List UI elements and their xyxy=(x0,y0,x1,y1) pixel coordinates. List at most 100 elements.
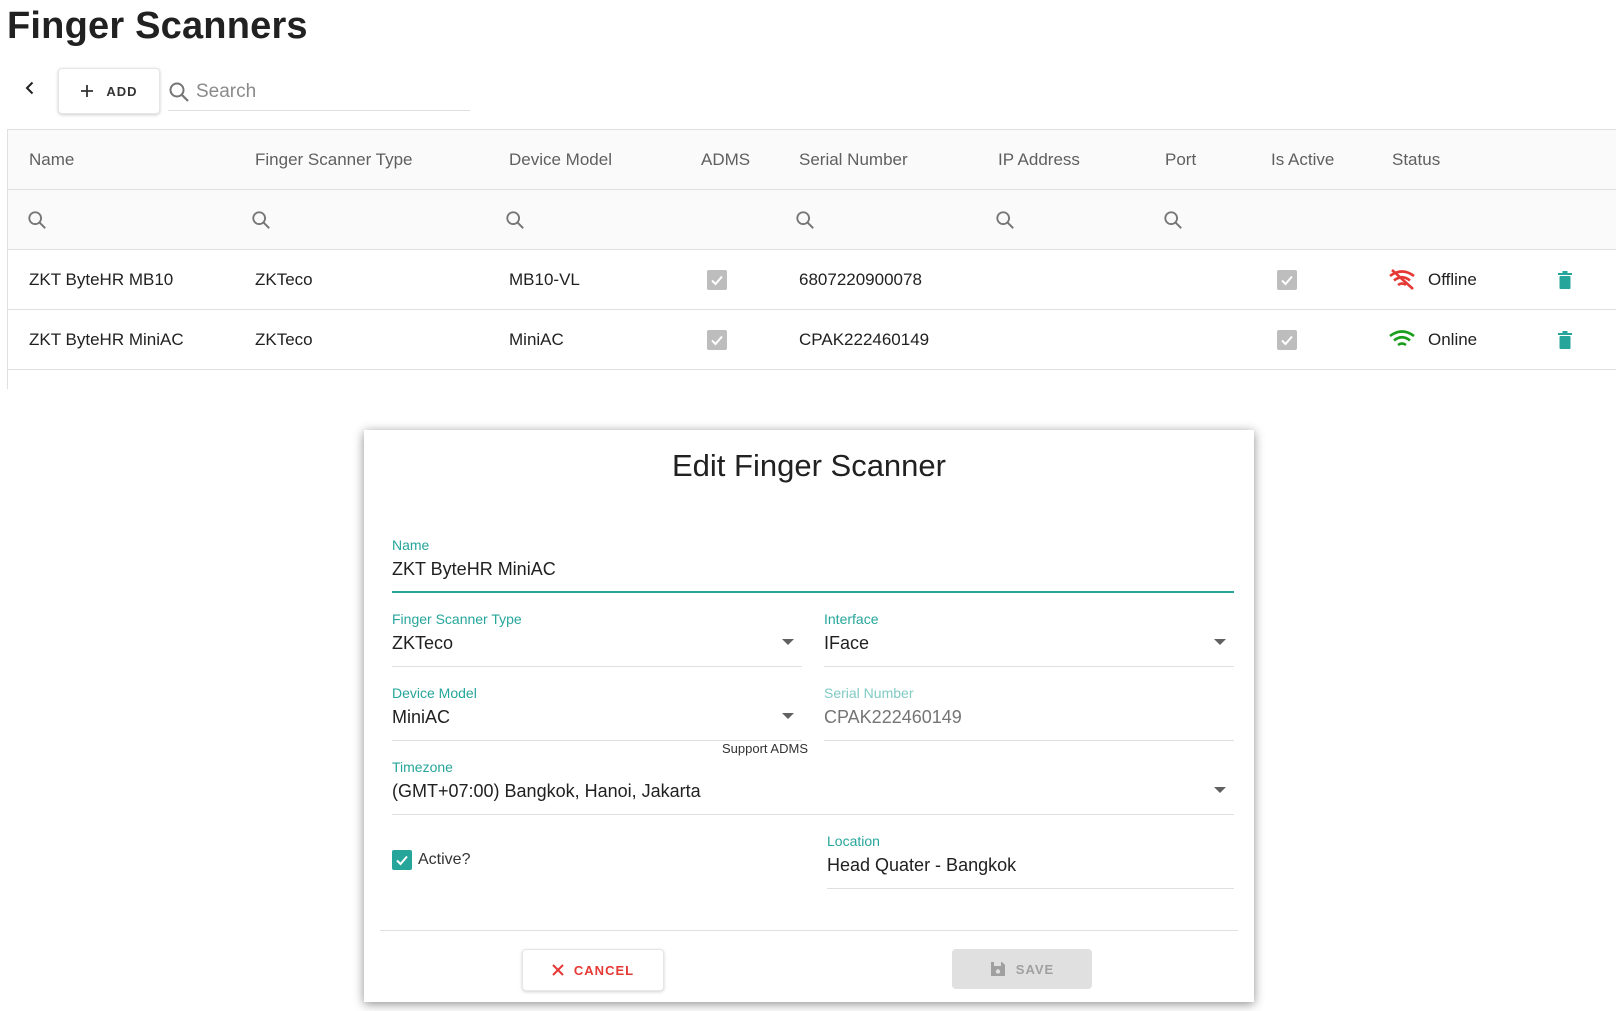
cell-adms xyxy=(707,310,727,369)
add-button[interactable]: ADD xyxy=(58,68,160,114)
cell-name: ZKT ByteHR MB10 xyxy=(29,269,174,289)
caret-down-icon xyxy=(782,639,794,645)
name-underline xyxy=(392,591,1234,593)
is-active-checkbox xyxy=(1277,329,1297,350)
column-header-model[interactable]: Device Model xyxy=(509,130,612,189)
column-header-name[interactable]: Name xyxy=(29,130,74,189)
search-icon xyxy=(28,210,46,229)
cell-type: ZKTeco xyxy=(255,329,313,349)
column-header-is-active[interactable]: Is Active xyxy=(1271,130,1334,189)
delete-button[interactable] xyxy=(1558,250,1572,309)
dialog-title: Edit Finger Scanner xyxy=(672,448,946,483)
model-helper-text: Support ADMS xyxy=(722,741,808,756)
column-header-ip[interactable]: IP Address xyxy=(998,130,1080,189)
type-underline xyxy=(392,666,802,667)
save-button[interactable]: SAVE xyxy=(952,949,1092,989)
cell-type: ZKTeco xyxy=(255,269,313,289)
is-active-checkbox xyxy=(1277,269,1297,290)
cancel-button[interactable]: CANCEL xyxy=(522,949,664,991)
active-label: Active? xyxy=(418,851,471,868)
location-label: Location xyxy=(827,833,880,849)
delete-button[interactable] xyxy=(1558,310,1572,369)
cancel-label: CANCEL xyxy=(573,962,635,978)
dialog-divider xyxy=(380,930,1238,931)
serial-underline xyxy=(824,740,1234,741)
cell-is-active xyxy=(1277,310,1297,369)
timezone-underline xyxy=(392,814,1234,815)
serial-label: Serial Number xyxy=(824,685,914,701)
wifi-icon xyxy=(1389,329,1415,346)
type-label: Finger Scanner Type xyxy=(392,611,522,627)
timezone-label: Timezone xyxy=(392,759,453,775)
page-title: Finger Scanners xyxy=(7,5,308,47)
interface-value: IFace xyxy=(824,633,870,653)
column-header-type[interactable]: Finger Scanner Type xyxy=(255,130,413,189)
column-header-port[interactable]: Port xyxy=(1165,130,1196,189)
close-icon xyxy=(552,964,564,976)
location-field[interactable]: Location Head Quater - Bangkok xyxy=(827,833,1234,889)
serial-value: CPAK222460149 xyxy=(824,707,962,727)
adms-checkbox xyxy=(707,269,727,290)
active-checkbox-row[interactable]: Active? xyxy=(392,850,470,870)
interface-underline xyxy=(824,666,1234,667)
interface-select[interactable]: Interface IFace xyxy=(824,611,1234,667)
filter-type[interactable] xyxy=(251,190,271,249)
timezone-value: (GMT+07:00) Bangkok, Hanoi, Jakarta xyxy=(392,781,701,801)
add-button-label: ADD xyxy=(106,83,138,99)
cell-adms xyxy=(707,250,727,309)
serial-number-field: Serial Number CPAK222460149 xyxy=(824,685,1234,741)
interface-label: Interface xyxy=(824,611,879,627)
check-icon xyxy=(711,335,723,345)
name-input[interactable]: ZKT ByteHR MiniAC xyxy=(392,559,556,580)
cell-model: MB10-VL xyxy=(509,269,580,289)
search-icon xyxy=(169,82,189,102)
finger-scanner-type-select[interactable]: Finger Scanner Type ZKTeco xyxy=(392,611,802,667)
back-button[interactable] xyxy=(18,76,42,100)
adms-checkbox xyxy=(707,329,727,350)
search-icon xyxy=(796,210,814,229)
cell-is-active xyxy=(1277,250,1297,309)
trash-icon xyxy=(1558,330,1572,349)
check-icon xyxy=(1281,335,1293,345)
name-field[interactable]: Name ZKT ByteHR MiniAC xyxy=(392,537,1234,593)
cell-serial: CPAK222460149 xyxy=(799,329,930,349)
cell-serial: 6807220900078 xyxy=(799,269,922,289)
table-filter-row xyxy=(8,190,1616,250)
status-label: Online xyxy=(1428,329,1478,349)
check-icon xyxy=(396,855,408,866)
name-label: Name xyxy=(392,537,430,553)
table-header-row: Name Finger Scanner Type Device Model AD… xyxy=(8,130,1616,190)
location-underline xyxy=(827,888,1234,889)
check-icon xyxy=(711,275,723,285)
search-icon xyxy=(1164,210,1182,229)
filter-port[interactable] xyxy=(1163,190,1183,249)
wifi-off-icon xyxy=(1389,268,1415,290)
timezone-select[interactable]: Timezone (GMT+07:00) Bangkok, Hanoi, Jak… xyxy=(392,759,1234,815)
plus-icon xyxy=(81,85,94,97)
search-input[interactable] xyxy=(194,80,458,104)
table-row[interactable]: ZKT ByteHR MB10 ZKTeco MB10-VL 680722090… xyxy=(8,250,1616,310)
caret-down-icon xyxy=(782,713,794,719)
active-checkbox[interactable] xyxy=(392,850,412,870)
chevron-left-icon xyxy=(25,81,34,95)
location-input[interactable]: Head Quater - Bangkok xyxy=(827,855,1016,876)
column-header-adms[interactable]: ADMS xyxy=(701,130,750,189)
device-model-select[interactable]: Device Model MiniAC xyxy=(392,685,802,741)
caret-down-icon xyxy=(1214,639,1226,645)
cell-status: Offline xyxy=(1388,250,1477,309)
search-icon xyxy=(252,210,270,229)
column-header-status[interactable]: Status xyxy=(1392,130,1440,189)
filter-name[interactable] xyxy=(27,190,47,249)
filter-serial[interactable] xyxy=(795,190,815,249)
trash-icon xyxy=(1558,270,1572,289)
model-value: MiniAC xyxy=(392,707,451,727)
status-label: Offline xyxy=(1428,269,1477,289)
filter-model[interactable] xyxy=(505,190,525,249)
search-icon xyxy=(996,210,1014,229)
column-header-serial[interactable]: Serial Number xyxy=(799,130,908,189)
search-icon xyxy=(506,210,524,229)
table-row[interactable]: ZKT ByteHR MiniAC ZKTeco MiniAC CPAK2224… xyxy=(8,310,1616,370)
search-box xyxy=(168,74,470,111)
save-label: SAVE xyxy=(1015,961,1055,977)
filter-ip[interactable] xyxy=(995,190,1015,249)
